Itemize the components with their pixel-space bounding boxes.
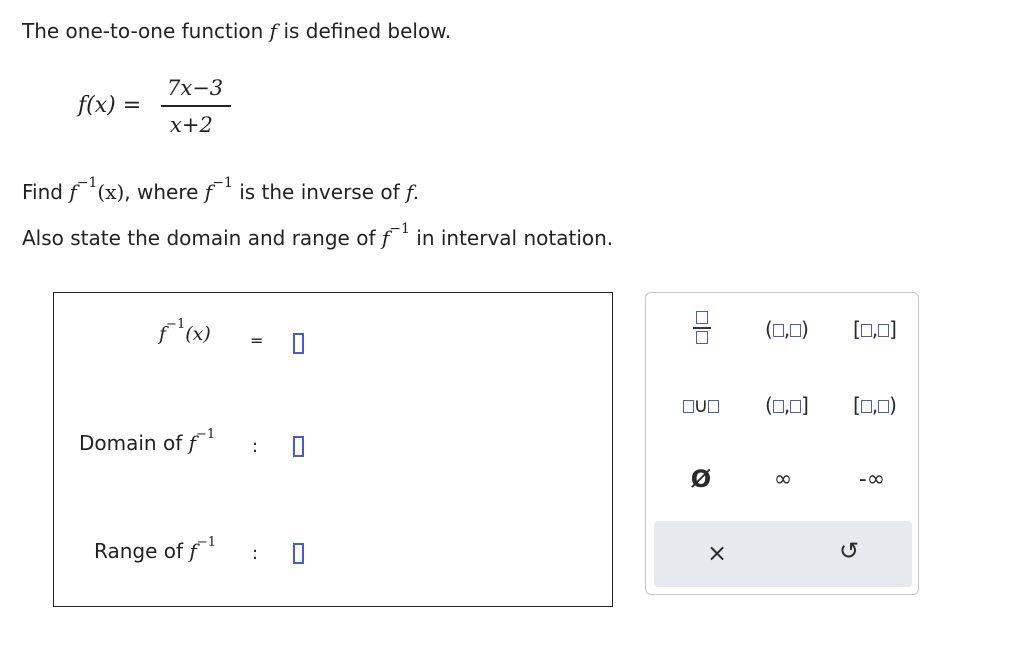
domain-f: f [188, 431, 197, 455]
open-interval-key[interactable]: (,) [752, 317, 822, 341]
domain-row-label: Domain of f−1 [79, 427, 215, 455]
box-icon [772, 324, 784, 337]
task-inverse-of: is the inverse of [239, 180, 400, 204]
inverse-sup: −1 [166, 317, 186, 332]
task-also: Also state the domain and range of [22, 226, 376, 250]
box-icon [878, 324, 890, 337]
fraction-bar [161, 105, 231, 107]
definition-denominator: x+2 [170, 113, 213, 137]
task-x: (x) [97, 180, 125, 204]
task-sup: −1 [76, 175, 98, 191]
key-paren-open: ( [765, 317, 773, 341]
intro-line1: The one-to-one function [22, 19, 264, 43]
fraction-numerator-box [696, 311, 708, 324]
range-f: f [189, 539, 197, 563]
task-where: , where [124, 180, 199, 204]
fraction-key[interactable] [687, 311, 717, 353]
box-icon [878, 400, 890, 413]
task-sup2: −1 [212, 175, 233, 191]
key-paren-close: ) [801, 317, 809, 341]
closed-interval-key[interactable]: [,] [840, 317, 910, 341]
range-label: Range of [94, 539, 184, 563]
empty-set-key[interactable]: Ø [681, 465, 721, 493]
range-row-label: Range of f−1 [94, 535, 216, 563]
key-bracket-close: ] [889, 317, 897, 341]
inverse-arg: (x) [185, 323, 211, 345]
fraction-bar-icon [693, 327, 711, 329]
box-icon [772, 400, 784, 413]
box-icon [860, 324, 872, 337]
math-keypad: (,) [,] ∪ (,] [,) Ø ∞ -∞ × ↺ [645, 292, 919, 595]
undo-key[interactable]: ↺ [829, 537, 869, 565]
inverse-input[interactable] [293, 333, 304, 354]
domain-sup: −1 [196, 427, 216, 442]
domain-colon: : [252, 436, 259, 457]
box-icon [860, 400, 872, 413]
key-bracket-open: [ [853, 317, 861, 341]
union-key[interactable]: ∪ [666, 393, 736, 417]
domain-input[interactable] [293, 436, 304, 457]
task-find: Find [22, 180, 63, 204]
task-sup3: −1 [389, 221, 410, 237]
key-paren-close: ) [889, 393, 897, 417]
key-bracket-close: ] [801, 393, 809, 417]
negative-infinity-key[interactable]: -∞ [846, 467, 898, 492]
task-f: f [69, 180, 77, 204]
left-open-interval-key[interactable]: (,] [752, 393, 822, 417]
range-colon: : [252, 543, 259, 564]
task-interval: in interval notation. [416, 226, 614, 250]
box-icon [790, 324, 802, 337]
intro-line1-end: is defined below. [283, 19, 452, 43]
range-sup: −1 [196, 535, 216, 550]
keypad-action-row: × ↺ [654, 521, 912, 587]
inverse-row-label: f−1(x) [159, 317, 211, 345]
right-open-interval-key[interactable]: [,) [840, 393, 910, 417]
task-find-line: Find f−1(x), where f−1 is the inverse of… [22, 175, 420, 204]
definition-lhs: f(x) = [78, 93, 142, 118]
clear-key[interactable]: × [697, 539, 737, 567]
equals-sign: = [250, 331, 264, 350]
inverse-f: f [159, 323, 167, 345]
fraction-denominator-box [696, 331, 708, 344]
range-input[interactable] [293, 543, 304, 564]
box-icon [682, 400, 694, 413]
task-also-line: Also state the domain and range of f−1 i… [22, 221, 614, 250]
intro-f: f [269, 19, 278, 43]
task-period-f: f. [406, 180, 420, 204]
box-icon [790, 400, 802, 413]
definition-numerator: 7x−3 [167, 76, 224, 100]
union-symbol: ∪ [693, 393, 709, 417]
infinity-key[interactable]: ∞ [763, 467, 803, 492]
answer-box: f−1(x) = Domain of f−1 : Range of f−1 : [53, 292, 613, 607]
key-paren-open: ( [765, 393, 773, 417]
domain-label: Domain of [79, 431, 183, 455]
box-icon [708, 400, 720, 413]
key-bracket-open: [ [853, 393, 861, 417]
intro-text: The one-to-one function f is defined bel… [22, 19, 451, 43]
